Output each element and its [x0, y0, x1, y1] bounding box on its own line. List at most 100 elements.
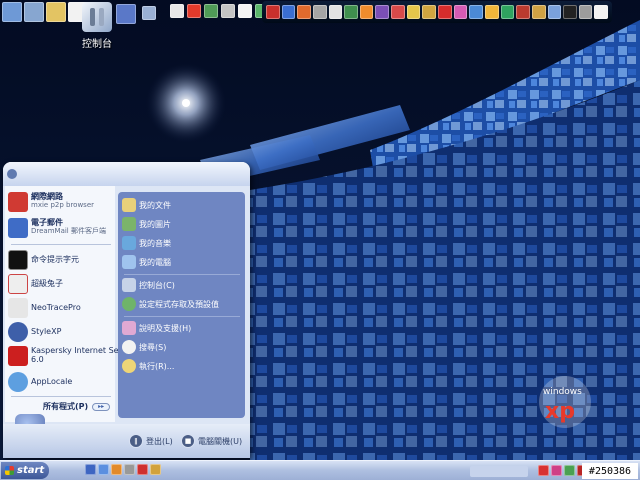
lock-icon[interactable] [422, 5, 437, 19]
menu-label: 設定程式存取及預設值 [139, 299, 219, 309]
palette-icon[interactable] [453, 5, 468, 19]
document-icon[interactable] [238, 4, 252, 18]
menu-my-music[interactable]: 我的音樂 [122, 236, 171, 250]
question-icon[interactable] [469, 5, 483, 19]
tray-toolbar[interactable] [470, 466, 528, 477]
control-panel-icon [82, 2, 112, 32]
books-icon[interactable] [375, 5, 390, 19]
menu-search[interactable]: 搜尋(S) [122, 340, 166, 354]
tools-icon-wrap [142, 6, 156, 22]
smile-icon[interactable] [406, 5, 421, 19]
program-cmd[interactable]: 命令提示字元 [8, 250, 79, 270]
shutdown-button[interactable]: ■ 電腦關機(U) [181, 434, 242, 448]
separator [124, 274, 240, 275]
control-panel-desktop-icon[interactable]: 控制台 [80, 2, 114, 50]
shutdown-label: 電腦關機(U) [198, 436, 243, 446]
terminal-icon[interactable] [563, 5, 577, 19]
folder-icon[interactable] [46, 2, 66, 22]
clock-icon[interactable] [391, 5, 405, 19]
desktop-icon[interactable] [85, 464, 96, 475]
gear-icon[interactable] [221, 4, 235, 18]
program-super-rabbit[interactable]: 超級兔子 [8, 274, 63, 294]
stylexp-icon [8, 322, 28, 342]
menu-run[interactable]: 執行(R)... [122, 359, 174, 373]
shield-icon[interactable] [344, 5, 358, 19]
all-programs-button[interactable]: 所有程式(P) ▸▸ [43, 401, 111, 412]
top-left-launcher [2, 2, 88, 24]
windows-logo-icon [5, 466, 14, 475]
kaspersky-icon [8, 346, 28, 366]
zip-icon[interactable] [531, 5, 546, 19]
app-icon-1[interactable] [266, 5, 280, 19]
terminal-icon [8, 250, 28, 270]
pause-icon: ǁ [129, 434, 143, 448]
clock-area[interactable]: #250386 [582, 463, 638, 479]
printer-icon-wrap [116, 4, 136, 26]
system-tray: #250386 [470, 463, 638, 479]
program-internet[interactable]: 網際網路 mxie p2p browser [8, 192, 94, 212]
spool-icon[interactable] [116, 4, 136, 24]
tray-icons [538, 465, 588, 476]
menu-program-access[interactable]: 設定程式存取及預設值 [122, 297, 219, 311]
sun-icon[interactable] [484, 5, 499, 19]
disc-icon[interactable] [124, 464, 135, 475]
media-icon[interactable] [359, 5, 374, 19]
tray-bug-icon[interactable] [551, 465, 562, 476]
power-icon: ■ [181, 434, 195, 448]
window-icon[interactable] [547, 5, 562, 19]
applocale-icon [8, 372, 28, 392]
tool-icon[interactable] [150, 464, 161, 475]
run-icon [122, 359, 136, 373]
pictures-icon [122, 217, 136, 231]
menu-my-documents[interactable]: 我的文件 [122, 198, 171, 212]
menu-label: 執行(R)... [139, 361, 175, 371]
pinned-programs-column: 網際網路 mxie p2p browser 電子郵件 DreamMail 郵件客戶端… [5, 186, 141, 422]
eye-icon[interactable] [328, 5, 343, 19]
logoff-button[interactable]: ǁ 登出(L) [129, 434, 173, 448]
music-icon [122, 236, 136, 250]
program-stylexp[interactable]: StyleXP [8, 322, 61, 342]
program-subtitle: mxie p2p browser [31, 201, 95, 209]
program-email[interactable]: 電子郵件 DreamMail 郵件客戶端 [8, 218, 106, 238]
rabbit-icon [8, 274, 28, 294]
calc-icon[interactable] [578, 5, 593, 19]
network-icon[interactable] [24, 2, 44, 22]
app-icon-2[interactable] [281, 5, 296, 19]
note-icon[interactable] [594, 5, 609, 19]
disc-icon[interactable] [297, 5, 311, 19]
flag-icon[interactable] [500, 5, 515, 19]
separator [124, 316, 240, 317]
menu-help-support[interactable]: 說明及支援(H) [122, 321, 191, 335]
program-title: 網際網路 [31, 192, 63, 201]
wrench-icon[interactable] [312, 5, 327, 19]
svg-text:xp: xp [545, 399, 575, 424]
program-title: AppLocale [31, 377, 73, 386]
tray-user-icon[interactable] [564, 465, 575, 476]
globe-icon[interactable] [204, 4, 218, 18]
media-player-icon[interactable] [111, 464, 122, 475]
menu-label: 控制台(C) [139, 280, 175, 290]
program-neotrace[interactable]: NeoTracePro [8, 298, 81, 318]
menu-my-pictures[interactable]: 我的圖片 [122, 217, 171, 231]
first-aid-icon[interactable] [187, 4, 201, 18]
archive-icon[interactable] [516, 5, 530, 19]
documents-icon [122, 198, 136, 212]
ie-icon[interactable] [98, 464, 109, 475]
close-app-icon[interactable] [438, 5, 452, 19]
menu-control-panel[interactable]: 控制台(C) [122, 278, 175, 292]
computer-icon[interactable] [2, 2, 22, 22]
menu-label: 搜尋(S) [139, 342, 167, 352]
menu-my-computer[interactable]: 我的電腦 [122, 255, 171, 269]
tools-icon[interactable] [142, 6, 156, 20]
menu-label: 說明及支援(H) [139, 323, 192, 333]
mxie-icon [8, 192, 28, 212]
start-label: start [17, 465, 45, 476]
rabbit-icon[interactable] [170, 4, 184, 18]
program-applocale[interactable]: AppLocale [8, 372, 72, 392]
start-button[interactable]: start [1, 462, 49, 479]
top-launcher-bar: 控制台 [0, 0, 640, 50]
tray-close-icon[interactable] [538, 465, 549, 476]
user-avatar[interactable] [7, 169, 17, 179]
top-right-launcher [262, 1, 612, 23]
app-icon[interactable] [137, 464, 148, 475]
